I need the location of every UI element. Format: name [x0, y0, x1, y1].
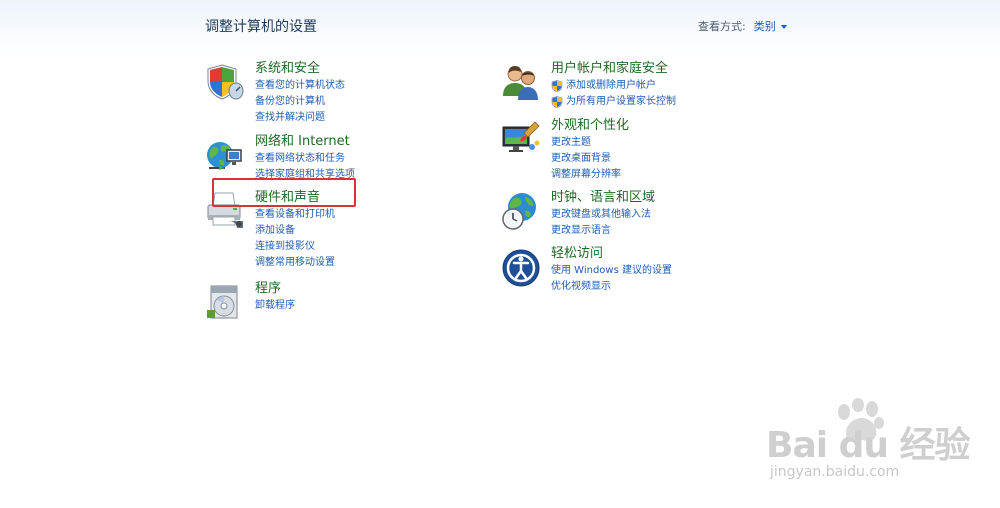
- uac-shield-icon: [551, 96, 563, 108]
- link-add-remove-accounts-label: 添加或删除用户帐户: [566, 80, 656, 91]
- link-add-remove-accounts[interactable]: 添加或删除用户帐户: [551, 78, 791, 94]
- link-view-network-status[interactable]: 查看网络状态和任务: [255, 151, 495, 167]
- users-icon: [503, 66, 538, 100]
- category-title-ease-of-access[interactable]: 轻松访问: [551, 245, 791, 263]
- header-band: [0, 0, 1000, 60]
- watermark-url: jingyan.baidu.com: [770, 464, 900, 480]
- link-change-background[interactable]: 更改桌面背景: [551, 151, 791, 167]
- link-uninstall-program[interactable]: 卸载程序: [255, 298, 495, 314]
- link-optimize-visual-display[interactable]: 优化视频显示: [551, 279, 791, 295]
- link-backup-computer[interactable]: 备份您的计算机: [255, 94, 495, 110]
- view-mode: 查看方式: 类别: [698, 18, 787, 34]
- link-mobility-settings[interactable]: 调整常用移动设置: [255, 255, 495, 271]
- link-parental-controls[interactable]: 为所有用户设置家长控制: [551, 94, 791, 110]
- baidu-jingyan-watermark: Bai du 经验 jingyan.baidu.com: [762, 398, 971, 488]
- uac-shield-icon: [551, 80, 563, 92]
- link-change-display-language[interactable]: 更改显示语言: [551, 223, 791, 239]
- category-title-system-security[interactable]: 系统和安全: [255, 60, 495, 78]
- category-title-programs[interactable]: 程序: [255, 280, 495, 298]
- view-mode-dropdown[interactable]: 类别: [754, 20, 787, 33]
- monitor-icon: [502, 121, 540, 152]
- link-change-keyboard[interactable]: 更改键盘或其他输入法: [551, 207, 791, 223]
- watermark-brand: Bai du 经验: [766, 425, 971, 466]
- highlight-annotation-box: [212, 178, 356, 207]
- network-globe-icon: [207, 142, 242, 170]
- ease-of-access-icon: [502, 249, 540, 287]
- page-title: 调整计算机的设置: [205, 19, 317, 35]
- link-devices-printers[interactable]: 查看设备和打印机: [255, 207, 495, 223]
- link-screen-resolution[interactable]: 调整屏幕分辨率: [551, 167, 791, 183]
- link-change-theme[interactable]: 更改主题: [551, 135, 791, 151]
- view-mode-label: 查看方式:: [698, 20, 746, 33]
- category-title-network-internet[interactable]: 网络和 Internet: [255, 133, 495, 151]
- category-title-clock-region[interactable]: 时钟、语言和区域: [551, 189, 791, 207]
- link-view-computer-status[interactable]: 查看您的计算机状态: [255, 78, 495, 94]
- category-title-user-accounts[interactable]: 用户帐户和家庭安全: [551, 60, 791, 78]
- link-windows-suggested-settings[interactable]: 使用 Windows 建议的设置: [551, 263, 791, 279]
- category-title-appearance[interactable]: 外观和个性化: [551, 117, 791, 135]
- link-parental-controls-label: 为所有用户设置家长控制: [566, 96, 676, 107]
- link-add-device[interactable]: 添加设备: [255, 223, 495, 239]
- link-troubleshoot[interactable]: 查找并解决问题: [255, 110, 495, 126]
- link-connect-projector[interactable]: 连接到投影仪: [255, 239, 495, 255]
- shield-icon: [207, 64, 244, 100]
- chevron-down-icon: [780, 25, 787, 29]
- programs-icon: [207, 285, 238, 319]
- view-mode-value: 类别: [753, 20, 776, 33]
- clock-globe-icon: [502, 193, 536, 230]
